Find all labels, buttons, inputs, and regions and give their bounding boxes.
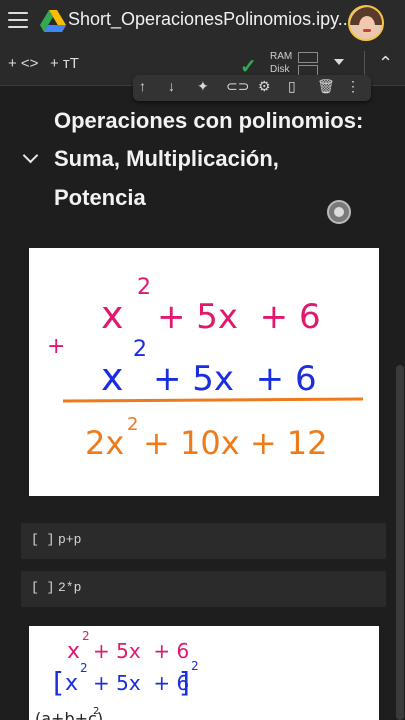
row1-exponent: 2	[137, 275, 151, 300]
code-cell[interactable]: [ ] p+p	[21, 523, 386, 559]
result-2x: 2x	[85, 424, 124, 462]
add-code-button[interactable]: + <>	[8, 55, 38, 72]
sparkle-icon[interactable]: ✦	[197, 78, 209, 95]
mirror-icon[interactable]: ▯	[288, 78, 296, 95]
gear-icon[interactable]: ⚙	[258, 78, 271, 95]
run-cell-button[interactable]: [ ]	[31, 532, 54, 547]
arrow-down-icon[interactable]: ↓	[168, 78, 175, 94]
run-cell-button[interactable]: [ ]	[31, 580, 54, 595]
row2-exponent: 2	[133, 337, 147, 362]
power-open-bracket: [	[53, 666, 64, 699]
row1-x: x	[101, 293, 124, 337]
collapse-section-icon[interactable]	[22, 147, 39, 164]
arrow-up-icon[interactable]: ↑	[139, 78, 146, 94]
chevron-up-icon[interactable]: ⌃	[378, 53, 393, 74]
result-terms: + 10x + 12	[143, 424, 328, 462]
power-line1-exponent: 2	[82, 629, 90, 643]
menu-icon[interactable]	[8, 12, 28, 28]
scrollbar[interactable]	[396, 365, 404, 720]
section-heading-line3: Potencia	[54, 185, 146, 210]
disk-label: Disk	[270, 64, 290, 75]
power-line1-x: x	[67, 639, 80, 664]
ram-label: RAM	[270, 51, 293, 62]
code-text[interactable]: 2*p	[58, 580, 81, 595]
sum-line	[62, 397, 364, 403]
power-close-bracket: ]	[179, 666, 190, 699]
power-exponent: 2	[191, 659, 199, 673]
power-line2-exponent: 2	[80, 661, 88, 675]
more-icon[interactable]: ⋮	[346, 78, 360, 95]
google-drive-icon	[40, 10, 66, 32]
ram-bar	[298, 52, 318, 63]
chevron-down-icon[interactable]	[334, 59, 344, 65]
polynomial-sum-image: + x 2 + 5x + 6 x 2 + 5x + 6 2x 2 + 10x +…	[29, 248, 379, 496]
polynomial-power-image: x 2 + 5x + 6 [ x 2 + 5x + 6 ] 2 (a+b+c) …	[29, 626, 379, 720]
row2-terms: + 5x + 6	[153, 359, 317, 399]
cell-toolbar: ↑ ↓ ✦ ⊂⊃ ⚙ ▯ 🗑 ⋮	[133, 75, 371, 101]
add-text-button[interactable]: + ᴛT	[50, 55, 79, 72]
plus-sign: +	[47, 334, 65, 359]
power-line1-terms: + 5x + 6	[93, 639, 189, 663]
app-header: Short_OperacionesPolinomios.ipy...	[0, 0, 405, 45]
result-exponent: 2	[127, 414, 138, 435]
section-heading-line2: Suma, Multiplicación,	[54, 146, 279, 171]
row2-x: x	[101, 355, 124, 399]
code-text[interactable]: p+p	[58, 532, 81, 547]
resource-monitor[interactable]: RAM Disk	[270, 50, 318, 76]
section-heading-line1: Operaciones con polinomios:	[54, 108, 364, 133]
user-avatar[interactable]	[348, 5, 384, 41]
power-line2-x: x	[65, 671, 78, 696]
notebook-title[interactable]: Short_OperacionesPolinomios.ipy...	[68, 9, 353, 30]
trash-icon[interactable]: 🗑	[317, 78, 335, 95]
code-cell[interactable]: [ ] 2*p	[21, 571, 386, 607]
link-icon[interactable]: ⊂⊃	[226, 78, 249, 95]
power-line3-exponent: 2	[93, 706, 99, 717]
row1-terms: + 5x + 6	[157, 297, 321, 337]
power-line2-terms: + 5x + 6	[93, 671, 189, 695]
touch-cursor	[327, 200, 351, 224]
